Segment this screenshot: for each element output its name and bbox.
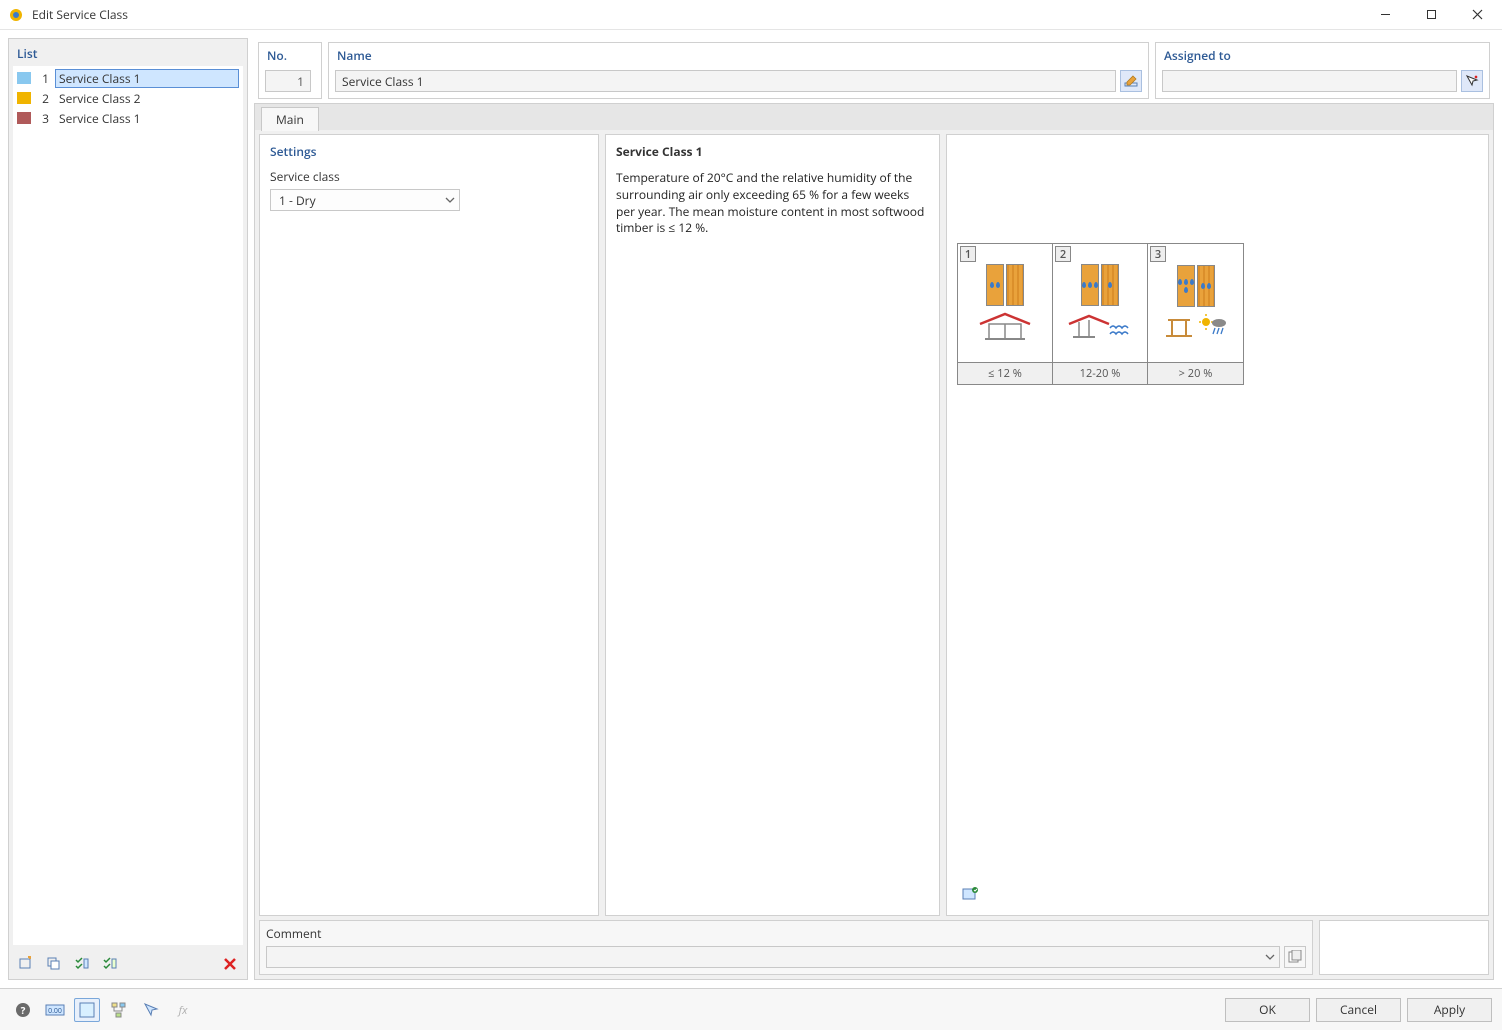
description-text: Temperature of 20°C and the relative hum…	[616, 170, 929, 237]
close-window-button[interactable]	[1454, 1, 1500, 29]
service-class-label: Service class	[270, 168, 588, 185]
chevron-down-icon	[1265, 949, 1275, 966]
window-title: Edit Service Class	[32, 6, 128, 23]
apply-button[interactable]: Apply	[1407, 998, 1492, 1022]
comment-side-panel	[1319, 920, 1489, 975]
no-box: No. 1	[258, 42, 322, 99]
list-item[interactable]: 1 Service Class 1	[13, 68, 243, 88]
indoor-house-icon	[975, 312, 1035, 342]
detail-panel: No. 1 Name Service Class 1 Assigned to	[254, 38, 1494, 980]
list-item-label: Service Class 1	[55, 69, 239, 88]
ok-button[interactable]: OK	[1225, 998, 1310, 1022]
new-item-button[interactable]	[15, 953, 37, 975]
svg-text:0.00: 0.00	[48, 1007, 62, 1016]
settings-box: Settings Service class 1 - Dry	[259, 134, 599, 916]
illustration-cards: 1	[957, 243, 1244, 385]
tabstrip: Main	[255, 104, 1493, 130]
cancel-button[interactable]: Cancel	[1316, 998, 1401, 1022]
card-number: 3	[1150, 246, 1166, 262]
illustration-card-2: 2	[1053, 244, 1148, 384]
minimize-button[interactable]	[1362, 1, 1408, 29]
delete-item-button[interactable]	[219, 953, 241, 975]
list-panel: List 1 Service Class 1 2 Service Class 2…	[8, 38, 248, 980]
svg-text:fx: fx	[177, 1003, 188, 1018]
assigned-label: Assigned to	[1156, 43, 1489, 66]
no-value: 1	[265, 70, 311, 92]
list-header: List	[9, 39, 247, 66]
dialog-footer: ? 0.00 fx OK Cancel Apply	[0, 988, 1502, 1030]
list-toolbar	[9, 949, 247, 979]
comment-label: Comment	[266, 925, 1306, 946]
list-item-index: 1	[37, 70, 49, 87]
list-item[interactable]: 3 Service Class 1	[13, 108, 243, 128]
card-caption: > 20 %	[1148, 362, 1243, 384]
no-label: No.	[259, 43, 321, 66]
chevron-down-icon	[445, 192, 455, 209]
tab-main[interactable]: Main	[261, 107, 319, 131]
help-button[interactable]: ?	[10, 998, 36, 1022]
copy-item-button[interactable]	[43, 953, 65, 975]
shelter-water-icon	[1065, 312, 1135, 342]
window-titlebar: Edit Service Class	[0, 0, 1502, 30]
name-label: Name	[329, 43, 1148, 66]
illustration-box: 1	[946, 134, 1489, 916]
list-item-index: 2	[37, 90, 49, 107]
card-caption: 12-20 %	[1053, 362, 1147, 384]
pick-button[interactable]	[138, 998, 164, 1022]
illustration-card-3: 3	[1148, 244, 1243, 384]
app-icon	[8, 7, 24, 23]
svg-text:?: ?	[21, 1003, 26, 1017]
description-box: Service Class 1 Temperature of 20°C and …	[605, 134, 940, 916]
card-caption: ≤ 12 %	[958, 362, 1052, 384]
list-item-label: Service Class 2	[55, 90, 239, 107]
service-class-list[interactable]: 1 Service Class 1 2 Service Class 2 3 Se…	[13, 66, 243, 945]
color-button[interactable]	[74, 998, 100, 1022]
list-item-label: Service Class 1	[55, 110, 239, 127]
list-item[interactable]: 2 Service Class 2	[13, 88, 243, 108]
name-input[interactable]: Service Class 1	[335, 70, 1116, 92]
assigned-box: Assigned to	[1155, 42, 1490, 99]
service-class-combo[interactable]: 1 - Dry	[270, 189, 460, 211]
comment-box: Comment	[259, 920, 1313, 975]
color-swatch-icon	[17, 92, 31, 104]
card-number: 1	[960, 246, 976, 262]
color-swatch-icon	[17, 112, 31, 124]
tree-button[interactable]	[106, 998, 132, 1022]
select-assigned-button[interactable]	[1461, 70, 1483, 92]
open-frame-icon	[1164, 314, 1194, 340]
color-swatch-icon	[17, 72, 31, 84]
settings-title: Settings	[270, 143, 588, 160]
comment-library-button[interactable]	[1284, 946, 1306, 968]
sun-rain-icon	[1198, 313, 1228, 342]
description-title: Service Class 1	[616, 143, 929, 160]
name-box: Name Service Class 1	[328, 42, 1149, 99]
rename-button[interactable]	[1120, 70, 1142, 92]
list-item-index: 3	[37, 110, 49, 127]
units-button[interactable]: 0.00	[42, 998, 68, 1022]
illustration-card-1: 1	[958, 244, 1053, 384]
check-all-button[interactable]	[99, 953, 121, 975]
assigned-input[interactable]	[1162, 70, 1457, 92]
comment-input[interactable]	[266, 946, 1280, 968]
function-button[interactable]: fx	[170, 998, 196, 1022]
service-class-value: 1 - Dry	[279, 192, 316, 209]
check-unused-button[interactable]	[71, 953, 93, 975]
illustration-info-button[interactable]	[959, 883, 981, 905]
maximize-button[interactable]	[1408, 1, 1454, 29]
card-number: 2	[1055, 246, 1071, 262]
